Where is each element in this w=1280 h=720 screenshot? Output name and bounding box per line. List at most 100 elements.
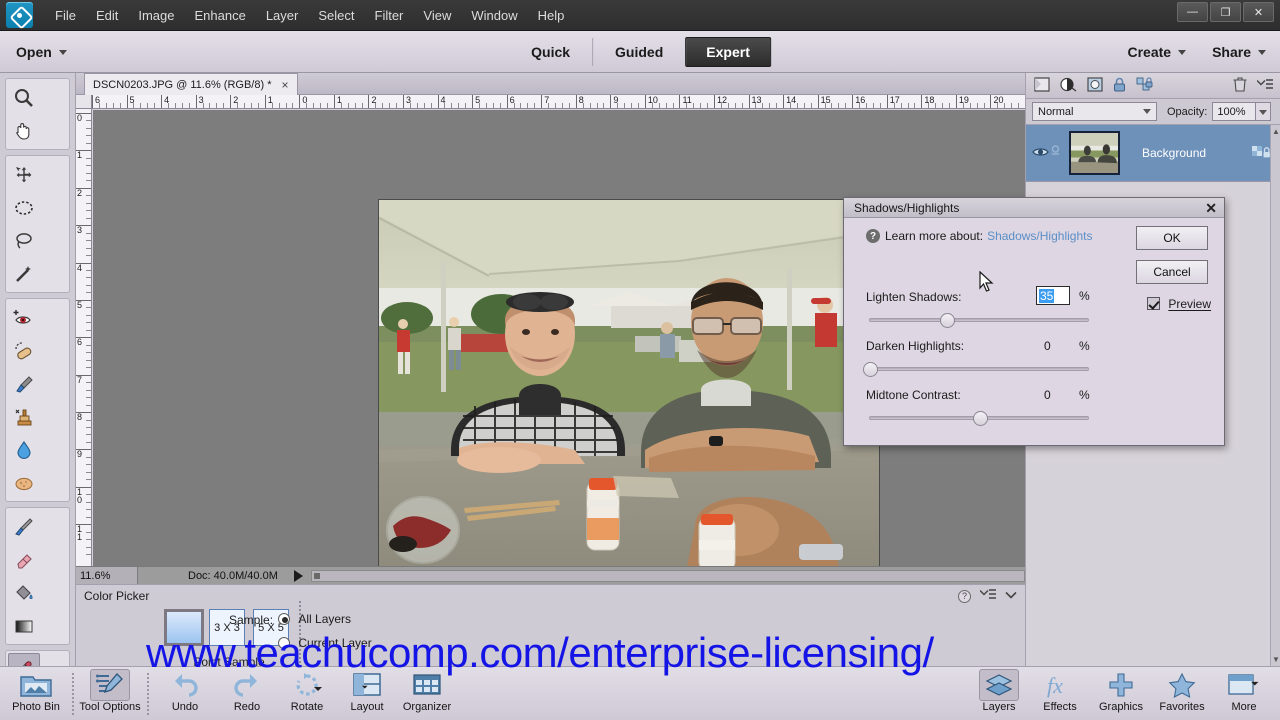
menu-image[interactable]: Image	[128, 4, 184, 27]
magic-wand-tool[interactable]	[8, 257, 40, 290]
photo-illustration	[379, 200, 879, 566]
sample-option-all-layers[interactable]: All Layers	[278, 612, 351, 626]
taskbar-more[interactable]: More	[1212, 669, 1276, 719]
layer-link-column[interactable]	[1049, 145, 1066, 161]
panel-menu-icon[interactable]	[979, 589, 996, 603]
document-tab[interactable]: DSCN0203.JPG @ 11.6% (RGB/8) * ×	[84, 73, 298, 95]
tab-guided[interactable]: Guided	[592, 37, 685, 66]
blur-tool[interactable]	[8, 433, 40, 466]
layer-visibility-icon[interactable]	[1032, 146, 1049, 161]
dialog-close-icon[interactable]: ✕	[1205, 200, 1217, 216]
photo-image[interactable]	[378, 199, 880, 566]
zoom-tool[interactable]	[8, 81, 40, 114]
opacity-dropdown-icon[interactable]	[1256, 102, 1272, 121]
darken-highlights-slider[interactable]	[863, 362, 1089, 377]
new-layer-icon[interactable]	[1034, 76, 1050, 95]
smart-brush-tool[interactable]	[8, 367, 40, 400]
menu-edit[interactable]: Edit	[86, 4, 128, 27]
darken-highlights-knob[interactable]	[863, 362, 878, 377]
preview-checkbox-icon[interactable]	[1147, 297, 1160, 310]
midtone-contrast-value[interactable]: 0	[1044, 388, 1051, 402]
collapse-icon[interactable]	[1005, 589, 1017, 603]
lasso-tool[interactable]	[8, 224, 40, 257]
share-button[interactable]: Share	[1212, 44, 1266, 60]
window-controls: — ❐ ✕	[1177, 0, 1280, 30]
clone-stamp-tool[interactable]	[8, 400, 40, 433]
blend-mode-select[interactable]: Normal	[1032, 102, 1157, 121]
ok-button[interactable]: OK	[1136, 226, 1208, 250]
ruler-label: 7	[77, 374, 83, 385]
radio-all-layers-icon[interactable]	[278, 613, 290, 625]
help-icon[interactable]: ?	[958, 589, 971, 603]
opacity-input[interactable]: 100%	[1212, 102, 1257, 121]
document-tab-strip: DSCN0203.JPG @ 11.6% (RGB/8) * ×	[76, 73, 1025, 95]
sponge-tool[interactable]	[8, 466, 40, 499]
layer-row-background[interactable]: Background	[1026, 125, 1280, 182]
dialog-title-bar[interactable]: Shadows/Highlights ✕	[844, 198, 1224, 218]
midtone-contrast-slider[interactable]	[869, 411, 1089, 426]
midtone-contrast-knob[interactable]	[973, 411, 988, 426]
marquee-tool[interactable]	[8, 191, 40, 224]
open-button[interactable]: Open	[16, 44, 67, 60]
zoom-level[interactable]: 11.6%	[76, 566, 138, 585]
minimize-button[interactable]: —	[1177, 2, 1208, 22]
vertical-ruler: 0 1 2 3 4 5 6 7 8 9 10 11	[76, 95, 92, 566]
eraser-tool[interactable]	[8, 543, 40, 576]
lighten-shadows-knob[interactable]	[940, 313, 955, 328]
ruler-subtick	[216, 103, 218, 108]
paint-bucket-tool[interactable]	[8, 576, 40, 609]
scroll-up-icon[interactable]: ▲	[1272, 127, 1280, 136]
menu-help[interactable]: Help	[528, 4, 575, 27]
ruler-subtick	[803, 103, 805, 108]
layer-mask-icon[interactable]	[1087, 76, 1103, 95]
blend-mode-value: Normal	[1038, 105, 1074, 118]
layer-thumbnail[interactable]	[1069, 131, 1120, 175]
taskbar-tool-options[interactable]: Tool Options	[78, 669, 142, 719]
menu-window[interactable]: Window	[461, 4, 527, 27]
menu-select[interactable]: Select	[308, 4, 364, 27]
spot-healing-tool[interactable]	[8, 334, 40, 367]
scroll-down-icon[interactable]: ▼	[1272, 655, 1280, 664]
layers-panel-scrollbar[interactable]: ▲ ▼	[1270, 125, 1280, 666]
create-button[interactable]: Create	[1127, 44, 1187, 60]
menu-file[interactable]: File	[45, 4, 86, 27]
menu-filter[interactable]: Filter	[365, 4, 414, 27]
move-tool[interactable]	[8, 158, 40, 191]
link-layers-icon[interactable]	[1136, 76, 1153, 95]
darken-highlights-value[interactable]: 0	[1044, 339, 1051, 353]
status-expand-icon[interactable]	[293, 569, 303, 582]
ruler-subtick	[292, 103, 294, 108]
panel-menu-icon[interactable]	[1256, 78, 1273, 93]
adjustment-layer-icon[interactable]	[1060, 77, 1077, 95]
ruler-subtick	[174, 103, 176, 108]
lighten-shadows-slider[interactable]	[869, 313, 1089, 328]
ruler-subtick	[838, 103, 840, 108]
menu-view[interactable]: View	[413, 4, 461, 27]
tab-expert[interactable]: Expert	[685, 36, 771, 67]
tab-quick[interactable]: Quick	[509, 38, 592, 66]
delete-layer-icon[interactable]	[1233, 76, 1247, 95]
taskbar-photo-bin[interactable]: Photo Bin	[4, 669, 68, 719]
preview-checkbox-row[interactable]: Preview	[1147, 297, 1211, 311]
menu-layer[interactable]: Layer	[256, 4, 309, 27]
ruler-subtick	[244, 103, 246, 108]
red-eye-tool[interactable]	[8, 301, 40, 334]
close-button[interactable]: ✕	[1243, 2, 1274, 22]
hand-tool[interactable]	[8, 114, 40, 147]
taskbar-favorites[interactable]: Favorites	[1150, 669, 1214, 719]
brush-tool[interactable]	[8, 510, 40, 543]
menu-enhance[interactable]: Enhance	[185, 4, 256, 27]
learn-more-link[interactable]: Shadows/Highlights	[987, 229, 1092, 243]
gradient-tool[interactable]	[8, 609, 40, 642]
close-tab-icon[interactable]: ×	[281, 78, 288, 92]
restore-button[interactable]: ❐	[1210, 2, 1241, 22]
ruler-subtick	[140, 103, 142, 108]
cancel-button[interactable]: Cancel	[1136, 260, 1208, 284]
ruler-subtick	[741, 103, 743, 108]
help-icon[interactable]: ?	[866, 229, 880, 243]
taskbar-layers-label: Layers	[982, 701, 1016, 713]
horizontal-scrollbar[interactable]	[310, 569, 1025, 582]
taskbar-undo-label: Undo	[171, 701, 199, 713]
lock-icon[interactable]	[1113, 77, 1126, 95]
lighten-shadows-input[interactable]: 35	[1036, 286, 1070, 305]
